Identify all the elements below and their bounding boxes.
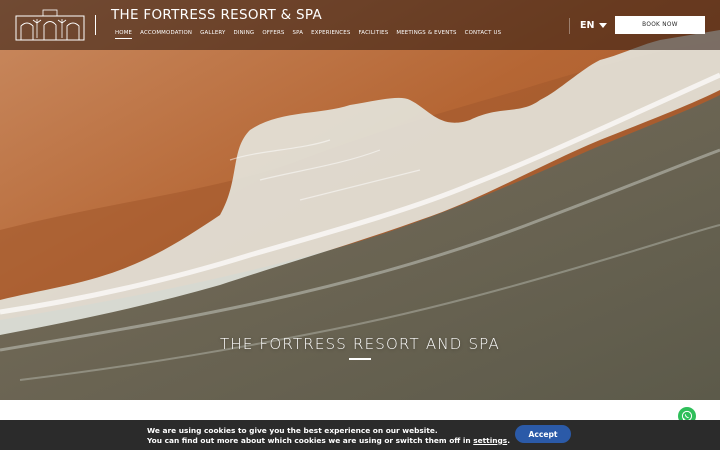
nav-item-offers[interactable]: OFFERS bbox=[262, 30, 284, 39]
caret-down-icon bbox=[599, 23, 608, 28]
nav-item-contact-us[interactable]: CONTACT US bbox=[465, 30, 502, 39]
language-label: EN bbox=[580, 20, 595, 31]
language-selector[interactable]: EN bbox=[580, 20, 608, 31]
fortress-logo-icon bbox=[15, 9, 85, 41]
nav-item-spa[interactable]: SPA bbox=[293, 30, 304, 39]
accept-cookies-button[interactable]: Accept bbox=[515, 425, 571, 443]
nav-item-accommodation[interactable]: ACCOMMODATION bbox=[140, 30, 192, 39]
hero-title: THE FORTRESS RESORT AND SPA bbox=[220, 335, 500, 353]
cookie-message: We are using cookies to give you the bes… bbox=[147, 426, 510, 445]
cookie-settings-link[interactable]: settings bbox=[473, 436, 507, 445]
resort-logo[interactable] bbox=[15, 8, 85, 42]
site-title[interactable]: THE FORTRESS RESORT & SPA bbox=[111, 7, 322, 23]
cookie-message-period: . bbox=[507, 435, 510, 445]
cookie-message-line2-text: You can find out more about which cookie… bbox=[147, 435, 471, 445]
cookie-message-line1: We are using cookies to give you the bes… bbox=[147, 426, 438, 435]
cookie-consent-bar: We are using cookies to give you the bes… bbox=[0, 420, 720, 450]
nav-item-facilities[interactable]: FACILITIES bbox=[358, 30, 388, 39]
nav-item-experiences[interactable]: EXPERIENCES bbox=[311, 30, 350, 39]
book-now-button[interactable]: BOOK NOW bbox=[615, 16, 705, 34]
nav-item-meetings-events[interactable]: MEETINGS & EVENTS bbox=[396, 30, 456, 39]
hero-title-underline bbox=[349, 358, 371, 360]
logo-divider bbox=[95, 15, 96, 35]
nav-item-home[interactable]: HOME bbox=[115, 30, 133, 39]
site-header: THE FORTRESS RESORT & SPA HOME ACCOMMODA… bbox=[0, 0, 720, 50]
cookie-message-line2: You can find out more about which cookie… bbox=[147, 436, 510, 446]
language-divider bbox=[569, 18, 570, 34]
nav-item-gallery[interactable]: GALLERY bbox=[200, 30, 225, 39]
main-nav: HOME ACCOMMODATION GALLERY DINING OFFERS… bbox=[115, 30, 501, 39]
nav-item-dining[interactable]: DINING bbox=[234, 30, 255, 39]
